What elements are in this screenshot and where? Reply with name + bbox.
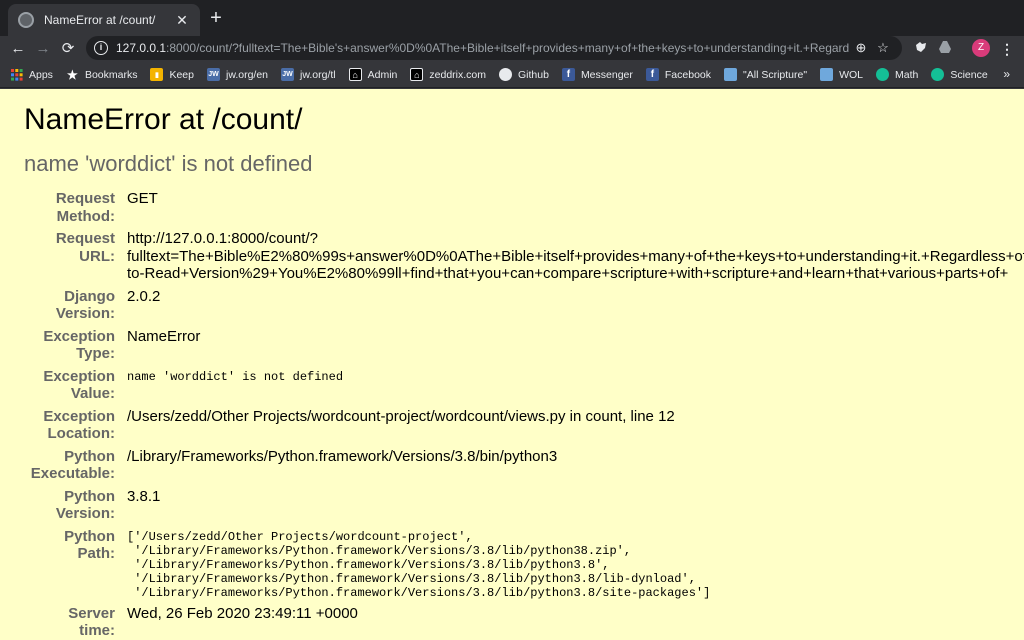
meta-row: Exception Location: /Users/zedd/Other Proj…: [0, 408, 1024, 443]
meta-key: Exception Type:: [43, 327, 115, 363]
bookmark-item[interactable]: f Messenger: [561, 68, 633, 81]
facebook-icon: f: [645, 68, 659, 81]
bookmark-label: Science: [950, 68, 988, 81]
meta-row: Python Executable: /Library/Frameworks/Pyt…: [0, 448, 1024, 483]
url-rest: :8000/count/?fulltext=The+Bible's+answer…: [166, 41, 850, 55]
bookmark-item[interactable]: Science: [931, 68, 988, 81]
bookmark-item[interactable]: "All Scripture": [724, 68, 807, 81]
meta-row: Server time: Wed, 26 Feb 2020 23:49:11 +00…: [0, 605, 1024, 640]
star-icon[interactable]: ☆: [872, 40, 894, 56]
url-text[interactable]: 127.0.0.1:8000/count/?fulltext=The+Bible…: [116, 41, 850, 55]
bookmark-label: Messenger: [580, 68, 633, 81]
bookmark-label: Github: [518, 68, 549, 81]
info-icon[interactable]: i: [94, 41, 108, 55]
bookmark-label: Admin: [367, 68, 398, 81]
meta-value: Wed, 26 Feb 2020 23:49:11 +0000: [127, 604, 358, 622]
meta-row: Request Method: GET: [0, 190, 1024, 225]
keep-icon: ▮: [150, 68, 164, 81]
zoom-icon[interactable]: ⊕: [850, 40, 872, 56]
meta-row: Python Version: 3.8.1: [0, 488, 1024, 523]
tab-strip: NameError at /count/ ✕ +: [0, 0, 1024, 36]
bookmark-item[interactable]: WOL: [820, 68, 863, 81]
forward-button[interactable]: →: [33, 39, 53, 59]
apps-grid-icon: [10, 68, 23, 81]
meta-value: GET: [127, 190, 158, 207]
bookmark-item[interactable]: ▮ Keep: [150, 68, 194, 81]
meta-key: Exception Value:: [43, 367, 115, 403]
page-title: NameError at /count/: [24, 103, 303, 136]
tab-title: NameError at /count/: [44, 13, 156, 27]
meta-value: 2.0.2: [127, 287, 161, 305]
bookmark-item[interactable]: Github: [499, 68, 549, 81]
meta-key: Python Path:: [64, 527, 115, 563]
bookmark-label: Apps: [29, 68, 53, 81]
reload-button[interactable]: ⟳: [58, 39, 78, 59]
star-icon: ★: [67, 67, 78, 82]
url-host: 127.0.0.1: [116, 41, 167, 55]
avatar[interactable]: Z: [972, 39, 990, 57]
bookmark-label: Math: [895, 68, 919, 81]
meta-key: Request URL:: [55, 230, 115, 265]
meta-value: NameError: [127, 327, 201, 345]
exception-message: name 'worddict' is not defined: [24, 151, 313, 176]
bookmark-label: Facebook: [664, 68, 712, 81]
jw-icon: JW: [206, 68, 220, 81]
meta-value: 3.8.1: [127, 487, 161, 505]
extension-icon[interactable]: [912, 40, 930, 58]
tab-active[interactable]: NameError at /count/ ✕: [8, 4, 200, 36]
book-icon: [724, 68, 738, 81]
bookmark-label: Keep: [169, 68, 194, 81]
meta-key: Python Executable:: [30, 447, 115, 483]
meta-value: /Users/zedd/Other Projects/wordcount-pro…: [127, 407, 675, 425]
bookmark-item[interactable]: ★ Bookmarks: [66, 67, 138, 82]
back-button[interactable]: ←: [8, 39, 28, 59]
khan-icon: [876, 68, 889, 81]
browser-toolbar: ← → ⟳ i 127.0.0.1:8000/count/?fulltext=T…: [0, 36, 1024, 62]
jw-icon: JW: [281, 68, 295, 81]
menu-icon[interactable]: ⋮: [1000, 39, 1014, 59]
meta-key: Server time:: [68, 604, 115, 640]
bookmark-label: jw.org/en: [225, 68, 269, 81]
close-icon[interactable]: ✕: [174, 12, 190, 29]
bookmark-label: "All Scripture": [743, 68, 808, 81]
bookmark-label: jw.org/tl: [300, 68, 336, 81]
meta-key: Python Version:: [55, 487, 115, 523]
bookmark-label: zeddrix.com: [429, 68, 486, 81]
meta-value: /Library/Frameworks/Python.framework/Ver…: [127, 447, 558, 465]
facebook-icon: f: [561, 68, 575, 81]
khan-icon: [931, 68, 945, 81]
meta-value: ['/Users/zedd/Other Projects/wordcount-p…: [127, 529, 711, 600]
meta-value: name 'worddict' is not defined: [127, 369, 344, 384]
address-bar[interactable]: i 127.0.0.1:8000/count/?fulltext=The+Bib…: [86, 36, 902, 60]
bookmark-item[interactable]: Apps: [10, 68, 53, 81]
meta-key: Request Method:: [55, 190, 115, 225]
meta-value: http://127.0.0.1:8000/count/? fulltext=T…: [127, 230, 1024, 282]
bookmarks-overflow-button[interactable]: »: [1003, 67, 1010, 81]
bookmark-item[interactable]: JW jw.org/tl: [281, 68, 336, 81]
meta-row: Python Path: ['/Users/zedd/Other Projects/…: [0, 528, 1024, 600]
home-icon: ⌂: [348, 68, 362, 81]
home-icon: ⌂: [410, 68, 424, 81]
bookmark-label: Bookmarks: [84, 68, 138, 81]
error-page: NameError at /count/ name 'worddict' is …: [0, 89, 1024, 640]
book-icon: [820, 68, 834, 81]
bookmark-item[interactable]: JW jw.org/en: [206, 68, 269, 81]
request-meta-table: Request Method: GET Request URL: http://127.0…: [0, 190, 1024, 640]
drive-icon[interactable]: [936, 40, 954, 58]
bookmark-label: WOL: [839, 68, 863, 81]
meta-row: Exception Value: name 'worddict' is not de…: [0, 368, 1024, 403]
meta-row: Exception Type: NameError: [0, 328, 1024, 363]
meta-row: Django Version: 2.0.2: [0, 288, 1024, 323]
github-icon: [499, 68, 512, 81]
bookmark-item[interactable]: ⌂ Admin: [348, 68, 398, 81]
globe-icon: [18, 12, 34, 28]
meta-key: Django Version:: [55, 287, 115, 323]
bookmark-item[interactable]: Math: [876, 68, 918, 81]
new-tab-button[interactable]: +: [206, 8, 226, 28]
bookmark-item[interactable]: f Facebook: [645, 68, 712, 81]
meta-key: Exception Location:: [43, 407, 115, 443]
bookmarks-bar: Apps ★ Bookmarks ▮ Keep JW jw.org/en JW jw.org/t…: [0, 62, 1024, 88]
bookmark-item[interactable]: ⌂ zeddrix.com: [410, 68, 486, 81]
meta-row: Request URL: http://127.0.0.1:8000/count/?…: [0, 230, 1024, 283]
